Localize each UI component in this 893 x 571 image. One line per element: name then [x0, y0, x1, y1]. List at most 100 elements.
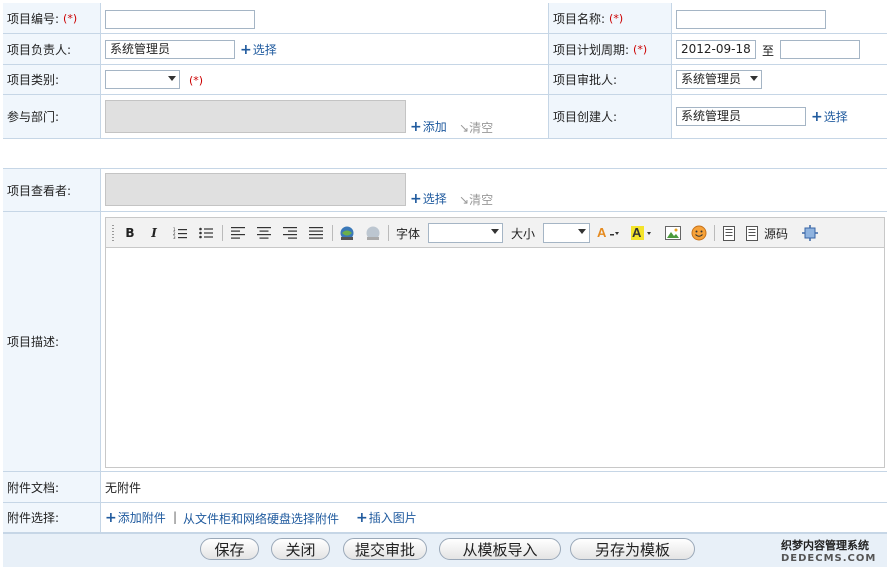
emoticon-icon[interactable] — [690, 224, 708, 242]
editor-content-area[interactable] — [105, 248, 885, 468]
document-icon[interactable] — [720, 224, 738, 242]
required-mark: (*) — [63, 11, 78, 25]
size-select[interactable] — [543, 223, 590, 243]
text-color-icon[interactable]: A — [596, 224, 622, 242]
highlight-color-icon[interactable]: A — [630, 224, 656, 242]
unlink-icon[interactable] — [364, 224, 382, 242]
owner-input[interactable]: 系统管理员 — [105, 40, 235, 59]
owner-label: 项目负责人: — [3, 34, 101, 64]
creator-input[interactable]: 系统管理员 — [676, 107, 806, 126]
source-button[interactable]: 源码 — [746, 224, 806, 242]
italic-button[interactable]: I — [146, 224, 162, 242]
period-label: 项目计划周期: (*) — [549, 34, 672, 64]
fullscreen-icon[interactable] — [800, 224, 820, 242]
svg-text:3: 3 — [173, 235, 176, 239]
toolbar-separator — [388, 225, 389, 241]
insert-image-label: 插入图片 — [368, 511, 417, 525]
period-to-label: 至 — [762, 44, 775, 58]
toolbar-separator — [332, 225, 333, 241]
align-justify-icon[interactable] — [308, 224, 324, 242]
required-mark: (*) — [189, 74, 204, 87]
toolbar-separator — [714, 225, 715, 241]
dept-label: 参与部门: — [3, 95, 101, 138]
toolbar-grip[interactable] — [112, 225, 114, 241]
toolbar-separator — [222, 225, 223, 241]
project-name-cell — [672, 3, 887, 33]
select-label: 选择 — [823, 110, 848, 124]
dept-clear-link[interactable]: ↘清空 — [459, 119, 493, 136]
align-left-icon[interactable] — [230, 224, 246, 242]
align-center-icon[interactable] — [256, 224, 272, 242]
plus-icon: + — [240, 42, 252, 58]
svg-text:A: A — [597, 226, 607, 240]
attach-doc-value: 无附件 — [101, 472, 887, 502]
approver-select[interactable]: 系统管理员 — [676, 70, 762, 89]
save-button[interactable]: 保存 — [200, 538, 259, 560]
project-name-input[interactable] — [676, 10, 826, 29]
insert-image-link[interactable]: +插入图片 — [356, 509, 417, 526]
plus-icon: + — [356, 510, 368, 526]
row-viewer: 项目查看者: +选择 ↘清空 — [3, 169, 887, 212]
add-attachment-link[interactable]: +添加附件 — [105, 509, 166, 526]
owner-select-link[interactable]: +选择 — [240, 41, 277, 58]
select-label: 选择 — [422, 192, 447, 206]
from-cabinet-link[interactable]: 从文件柜和网络硬盘选择附件 — [183, 510, 339, 527]
required-mark: (*) — [609, 11, 624, 25]
unordered-list-icon[interactable] — [198, 224, 214, 242]
viewer-select-link[interactable]: +选择 — [410, 190, 447, 207]
dept-textarea[interactable] — [105, 100, 406, 133]
attach-select-cell: +添加附件 | 从文件柜和网络硬盘选择附件 +插入图片 — [101, 503, 887, 532]
bold-button[interactable]: B — [122, 224, 138, 242]
approver-cell: 系统管理员 — [672, 65, 887, 94]
source-icon — [746, 225, 758, 241]
project-no-input[interactable] — [105, 10, 255, 29]
viewer-cell: +选择 ↘清空 — [101, 169, 887, 211]
font-label: 字体 — [395, 226, 420, 241]
row-owner: 项目负责人: 系统管理员 +选择 项目计划周期: (*) 2012-09-18 至 — [3, 34, 887, 65]
watermark-line1: 织梦内容管理系统 — [781, 539, 869, 552]
period-start-input[interactable]: 2012-09-18 — [676, 40, 756, 59]
chevron-down-icon — [491, 229, 499, 234]
clear-icon: ↘ — [459, 193, 470, 207]
approver-value: 系统管理员 — [681, 72, 742, 86]
attach-doc-label: 附件文档: — [3, 472, 101, 502]
close-button[interactable]: 关闭 — [271, 538, 330, 560]
row-attachment-doc: 附件文档: 无附件 — [3, 472, 887, 503]
project-no-cell — [101, 3, 549, 33]
source-label: 源码 — [764, 226, 789, 241]
category-cell: (*) — [101, 65, 549, 94]
category-label: 项目类别: — [3, 65, 101, 94]
row-spacer — [3, 139, 887, 169]
watermark-line2: DEDECMS.COM — [781, 553, 877, 564]
row-dept: 参与部门: +添加 ↘清空 项目创建人: 系统管理员 +选择 — [3, 95, 887, 139]
plus-icon: + — [811, 109, 823, 125]
add-attachment-label: 添加附件 — [117, 511, 166, 525]
attach-select-label: 附件选择: — [3, 503, 101, 532]
viewer-clear-link[interactable]: ↘清空 — [459, 191, 493, 208]
row-category: 项目类别: (*) 项目审批人: 系统管理员 — [3, 65, 887, 95]
link-divider: | — [173, 510, 178, 524]
category-select[interactable] — [105, 70, 180, 89]
creator-select-link[interactable]: +选择 — [811, 108, 848, 125]
project-name-label: 项目名称: (*) — [549, 3, 672, 33]
row-attachment-select: 附件选择: +添加附件 | 从文件柜和网络硬盘选择附件 +插入图片 — [3, 503, 887, 533]
viewer-label: 项目查看者: — [3, 169, 101, 211]
import-template-button[interactable]: 从模板导入 — [439, 538, 561, 560]
link-icon[interactable] — [338, 224, 356, 242]
period-cell: 2012-09-18 至 — [672, 34, 887, 64]
creator-cell: 系统管理员 +选择 — [672, 95, 887, 138]
image-icon[interactable] — [664, 224, 682, 242]
period-end-input[interactable] — [780, 40, 860, 59]
save-as-template-button[interactable]: 另存为模板 — [570, 538, 695, 560]
dept-add-link[interactable]: +添加 — [410, 118, 447, 135]
select-label: 选择 — [252, 43, 277, 57]
viewer-textarea[interactable] — [105, 173, 406, 206]
project-no-label: 项目编号: (*) — [3, 3, 101, 33]
plus-icon: + — [410, 119, 422, 135]
clear-icon: ↘ — [459, 121, 470, 135]
font-select[interactable] — [428, 223, 503, 243]
align-right-icon[interactable] — [282, 224, 298, 242]
submit-approval-button[interactable]: 提交审批 — [343, 538, 427, 560]
ordered-list-icon[interactable]: 123 — [172, 224, 188, 242]
description-label: 项目描述: — [3, 212, 101, 471]
